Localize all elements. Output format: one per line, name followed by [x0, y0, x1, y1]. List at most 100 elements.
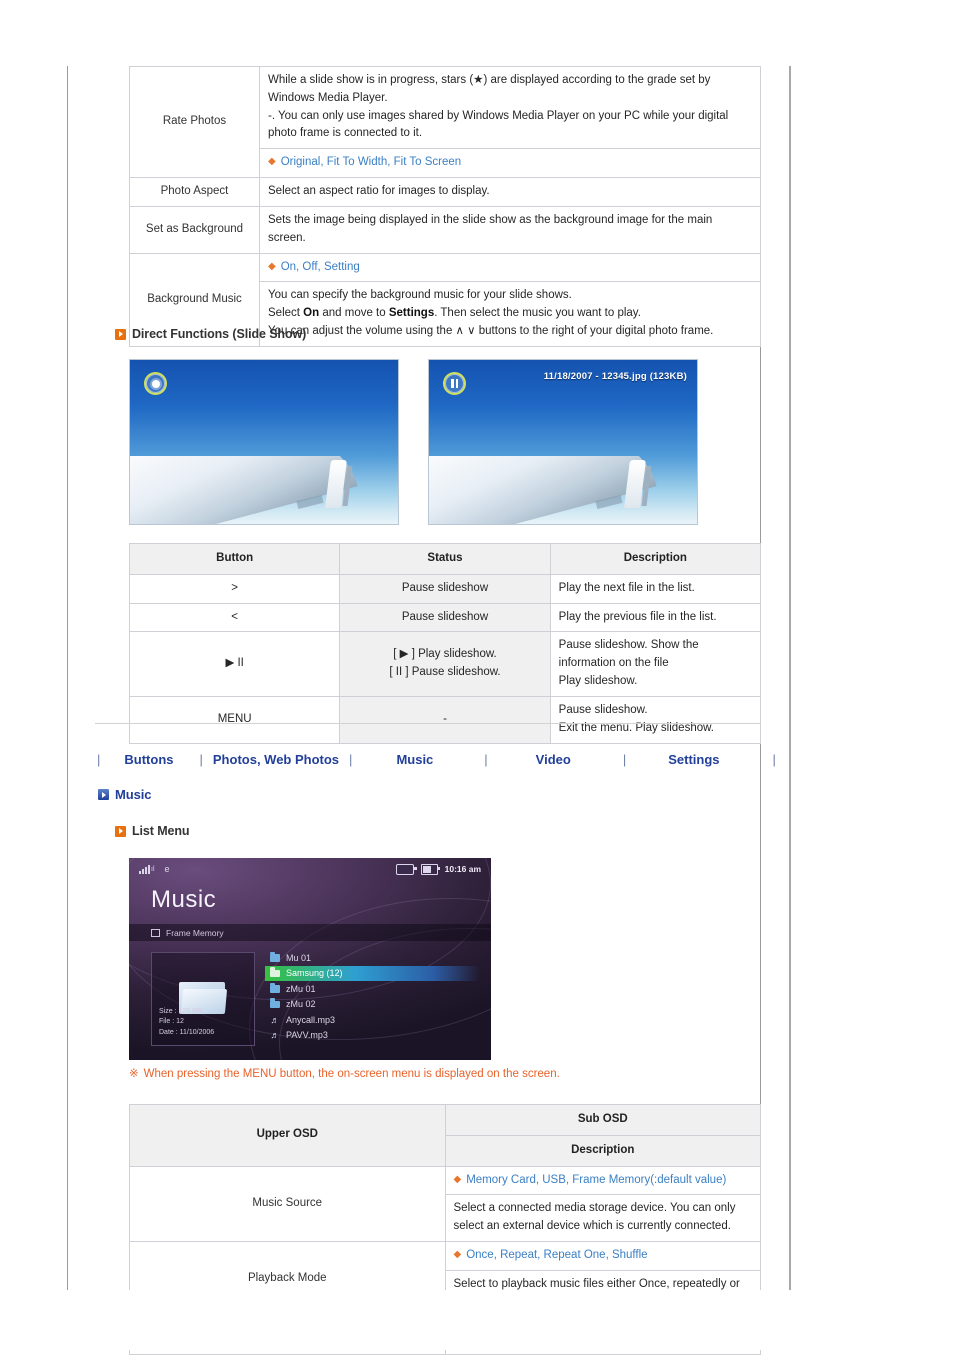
button-status-menu: - [339, 695, 551, 744]
bgm-l2-on: On [303, 307, 320, 320]
page-left-rule [67, 66, 68, 1350]
nav-link-music[interactable]: Music [396, 752, 433, 767]
info-file: File : 12 [159, 1018, 184, 1025]
bgm-line-1: You can specify the background music for… [268, 289, 572, 302]
table-row: ▶ II [ ▶ ] Play slideshow. [ II ] Pause … [128, 631, 762, 697]
nav-separator: | [484, 751, 488, 767]
info-date: Date : 11/10/2006 [159, 1028, 215, 1036]
button-status-prev: Pause slideshow [339, 602, 551, 633]
section-heading-label: Direct Functions (Slide Show) [132, 327, 307, 341]
rate-photos-line-1: While a slide show is in progress, stars… [268, 74, 711, 104]
signal-label: ıl [151, 865, 155, 873]
desc-line-1: Pause slideshow. [558, 703, 648, 716]
bgm-line-3: You can adjust the volume using the ∧ ∨ … [268, 324, 714, 337]
page-bottom-mask [0, 1290, 954, 1350]
section-heading-label: Music [115, 787, 152, 802]
button-status-playpause: [ ▶ ] Play slideshow. [ II ] Pause slide… [339, 631, 551, 697]
background-music-options[interactable]: On, Off, Setting [281, 261, 360, 273]
list-item[interactable]: zMu 02 [265, 997, 480, 1013]
nav-link-buttons[interactable]: Buttons [124, 752, 173, 767]
col-header-description: Description [444, 1134, 761, 1167]
col-header-sub-osd: Sub OSD [444, 1104, 761, 1136]
table-row: Photo Aspect Select an aspect ratio for … [129, 177, 761, 207]
section-heading-direct-functions: Direct Functions (Slide Show) [115, 327, 306, 341]
page-right-rule-outer [789, 66, 791, 1350]
pause-icon [443, 372, 466, 395]
airplane-wing-graphic [429, 456, 697, 524]
note-text: When pressing the MENU button, the on-sc… [143, 1068, 560, 1080]
section-heading-list-menu: List Menu [115, 824, 190, 838]
folder-icon [270, 982, 280, 993]
nav-separator: | [349, 751, 353, 767]
section-divider [95, 723, 761, 724]
rate-photos-line-2: -. You can only use images shared by Win… [268, 109, 729, 140]
bullet-diamond-icon: ◆ [453, 1173, 462, 1185]
setting-desc-photo-aspect: Select an aspect ratio for images to dis… [259, 177, 761, 207]
manual-page: Rate Photos While a slide show is in pro… [0, 0, 954, 1355]
bullet-diamond-icon: ◆ [268, 156, 276, 168]
list-item[interactable]: Mu 01 [265, 950, 480, 966]
col-header-description: Description [549, 543, 762, 575]
nav-link-video[interactable]: Video [536, 752, 571, 767]
list-item-label: zMu 02 [286, 999, 316, 1010]
desc-line-1: Pause slideshow. Show the information on… [558, 639, 699, 670]
setting-options-photo-aspect: ◆ Original, Fit To Width, Fit To Screen [259, 148, 761, 179]
table-header-row: Upper OSD Sub OSD [129, 1104, 761, 1167]
setting-label-set-as-background: Set as Background [129, 205, 260, 254]
list-item-selected[interactable]: Samsung (12) [265, 965, 480, 981]
list-item-label: Anycall.mp3 [286, 1014, 336, 1025]
list-item-label: PAVV.mp3 [286, 1030, 328, 1041]
table-row: MENU - Pause slideshow. Exit the menu. P… [128, 695, 762, 744]
bgm-l2-e: . Then select the music you want to play… [434, 307, 641, 320]
nav-link-photos-web-photos[interactable]: Photos, Web Photos [213, 752, 339, 767]
setting-desc-set-as-background: Sets the image being displayed in the sl… [259, 205, 761, 254]
table-header-row: Button Status Description [128, 543, 762, 575]
setting-options-background-music: ◆ On, Off, Setting [259, 252, 761, 283]
desc-line-2: Play slideshow. [558, 675, 638, 688]
bgm-l2-a: Select [268, 307, 304, 320]
music-note-icon: ♬ [270, 1030, 280, 1041]
playback-mode-options[interactable]: Once, Repeat, Repeat One, Shuffle [466, 1249, 647, 1261]
device-info-lines: Size : 128 MB File : 12 Date : 11/10/200… [159, 1007, 214, 1039]
menu-note: ※ When pressing the MENU button, the on-s… [129, 1066, 560, 1080]
info-size: Size : 128 MB [159, 1007, 203, 1015]
photo-aspect-options[interactable]: Original, Fit To Width, Fit To Screen [281, 156, 461, 168]
arrow-right-square-icon [115, 825, 126, 837]
nav-link-settings[interactable]: Settings [668, 752, 719, 767]
list-item[interactable]: ♬ Anycall.mp3 [265, 1012, 480, 1028]
table-row: Set as Background Sets the image being d… [129, 205, 761, 254]
button-desc-playpause: Pause slideshow. Show the information on… [549, 631, 762, 697]
nav-separator: | [199, 751, 203, 767]
status-line-play: [ ▶ ] Play slideshow. [393, 648, 497, 661]
airplane-wing-graphic [130, 456, 398, 524]
table-row: > Pause slideshow Play the next file in … [128, 573, 762, 604]
bullet-diamond-icon: ◆ [453, 1249, 462, 1261]
button-desc-prev: Play the previous file in the list. [549, 602, 762, 633]
section-nav-bar: | Buttons | Photos, Web Photos | Music |… [95, 745, 776, 773]
button-key-menu: MENU [128, 695, 341, 744]
music-note-icon: ♬ [270, 1014, 280, 1025]
nav-separator: | [97, 751, 101, 767]
battery-icon [420, 863, 440, 875]
photo-file-caption: 11/18/2007 - 12345.jpg (123KB) [543, 371, 687, 382]
setting-desc-background-music: You can specify the background music for… [259, 281, 761, 347]
osd-desc-music-source: Select a connected media storage device.… [444, 1194, 761, 1243]
button-status-next: Pause slideshow [339, 573, 551, 604]
list-item-label: Samsung (12) [286, 968, 343, 979]
list-item[interactable]: ♬ PAVV.mp3 [265, 1028, 480, 1044]
button-desc-menu: Pause slideshow. Exit the menu. Play sli… [549, 695, 762, 744]
device-screen-title: Music [151, 886, 217, 913]
direct-functions-button-table: Button Status Description > Pause slides… [128, 543, 762, 744]
note-mark-icon: ※ [129, 1068, 139, 1080]
button-key-prev: < [128, 602, 341, 633]
music-source-options[interactable]: Memory Card, USB, Frame Memory(:default … [466, 1174, 726, 1186]
bgm-line-2: Select On and move to Settings. Then sel… [268, 305, 752, 323]
list-item-label: zMu 01 [286, 983, 316, 994]
bullet-diamond-icon: ◆ [268, 260, 276, 272]
arrow-right-square-icon [115, 328, 126, 340]
osd-label-music-source: Music Source [129, 1165, 446, 1243]
device-file-list: Mu 01 Samsung (12) zMu 01 zMu 02 ♬ Anyca… [265, 950, 480, 1043]
section-heading-label: List Menu [132, 824, 190, 838]
col-header-status: Status [339, 543, 551, 575]
list-item[interactable]: zMu 01 [265, 981, 480, 997]
